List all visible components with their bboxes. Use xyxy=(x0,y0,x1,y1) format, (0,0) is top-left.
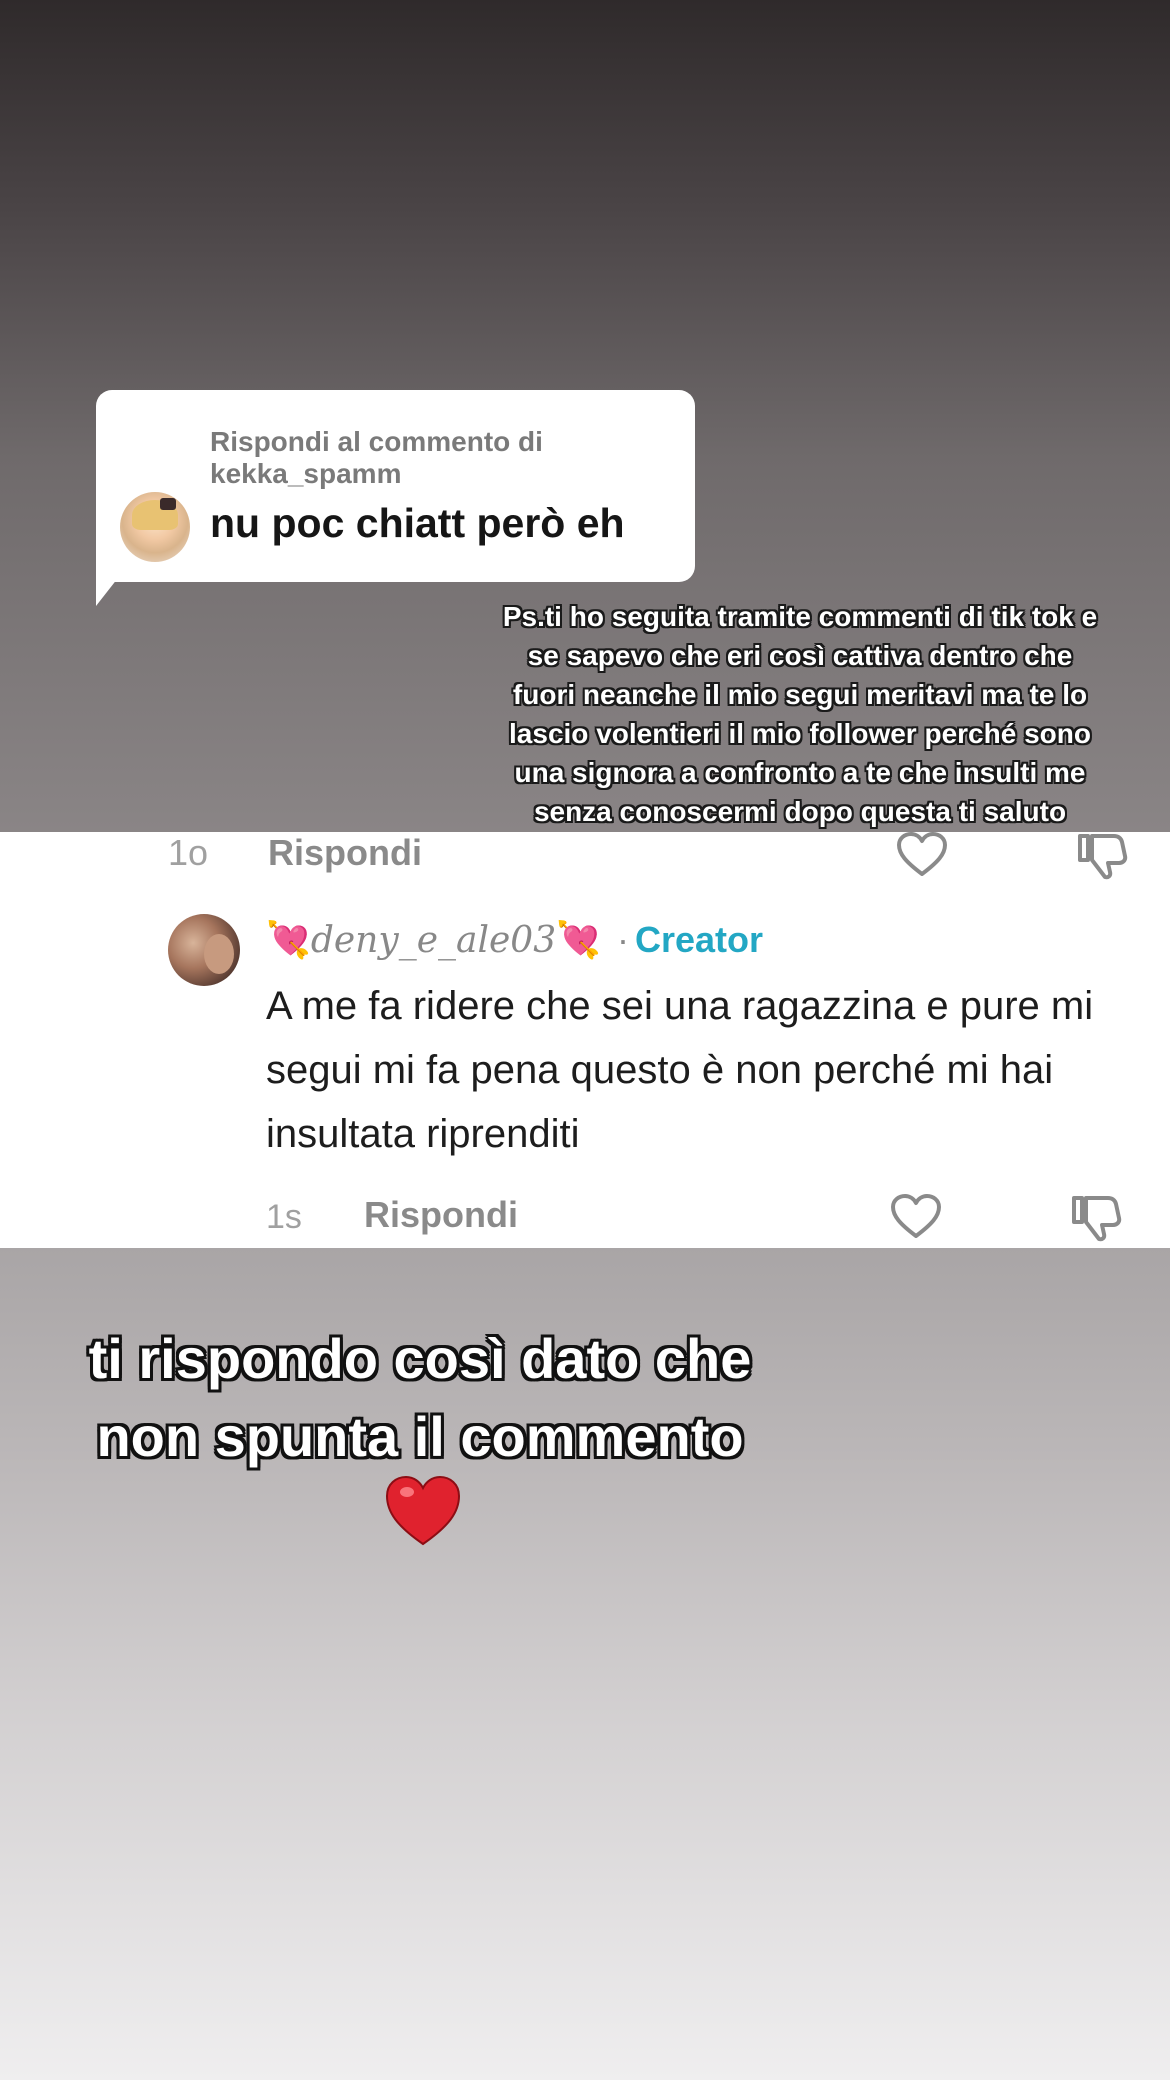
separator-dot: · xyxy=(616,919,629,960)
red-heart-icon xyxy=(385,1475,461,1546)
heart-outline-icon[interactable] xyxy=(896,832,948,878)
overlay-caption-large: ti rispondo così dato che non spunta il … xyxy=(40,1320,800,1476)
replied-comment-text: nu poc chiatt però eh xyxy=(210,500,625,546)
thumbs-down-icon[interactable] xyxy=(1076,832,1128,880)
caption-line: non spunta il commento xyxy=(96,1405,744,1468)
overlay-caption-small: Ps.ti ho seguita tramite commenti di tik… xyxy=(462,597,1138,831)
avatar-face xyxy=(204,934,234,974)
avatar-bow xyxy=(160,498,176,510)
replied-user-avatar xyxy=(120,492,190,562)
commenter-avatar[interactable] xyxy=(168,914,240,986)
caption-line: Ps.ti ho seguita tramite commenti di tik… xyxy=(502,601,1098,632)
comment-age: 1s xyxy=(266,1198,302,1236)
creator-badge: Creator xyxy=(634,919,763,960)
reply-button[interactable]: Rispondi xyxy=(364,1194,518,1236)
caption-line: lascio volentieri il mio follower perché… xyxy=(509,718,1091,749)
caption-line: ti rispondo così dato che xyxy=(88,1327,752,1390)
previous-comment-age: 1o xyxy=(168,832,209,873)
reply-header: Rispondi al commento di kekka_spamm xyxy=(210,426,543,489)
caption-line: fuori neanche il mio segui meritavi ma t… xyxy=(512,679,1088,710)
comment-text: A me fa ridere che sei una ragazzina e p… xyxy=(266,984,1094,1156)
commenter-username[interactable]: deny_e_ale03 xyxy=(311,920,556,961)
comment-screenshot-card: 1o Rispondi 💘deny_e_ale03💘 · Creator A me… xyxy=(0,832,1170,1248)
caption-line: una signora a confronto a te che insulti… xyxy=(514,757,1086,788)
caption-line: senza conoscermi dopo questa ti saluto xyxy=(533,796,1067,827)
caption-line: se sapevo che eri così cattiva dentro ch… xyxy=(527,640,1073,671)
pink-heart-emoji: 💘 xyxy=(556,919,601,960)
heart-outline-icon[interactable] xyxy=(890,1194,942,1240)
comment-username-line: 💘deny_e_ale03💘 · Creator xyxy=(266,916,763,965)
previous-reply-button[interactable]: Rispondi xyxy=(268,832,422,874)
thumbs-down-icon[interactable] xyxy=(1070,1194,1122,1242)
reply-comment-bubble: Rispondi al commento di kekka_spamm nu p… xyxy=(96,390,695,582)
pink-heart-emoji: 💘 xyxy=(266,919,311,960)
reply-bubble-tail xyxy=(96,560,132,606)
